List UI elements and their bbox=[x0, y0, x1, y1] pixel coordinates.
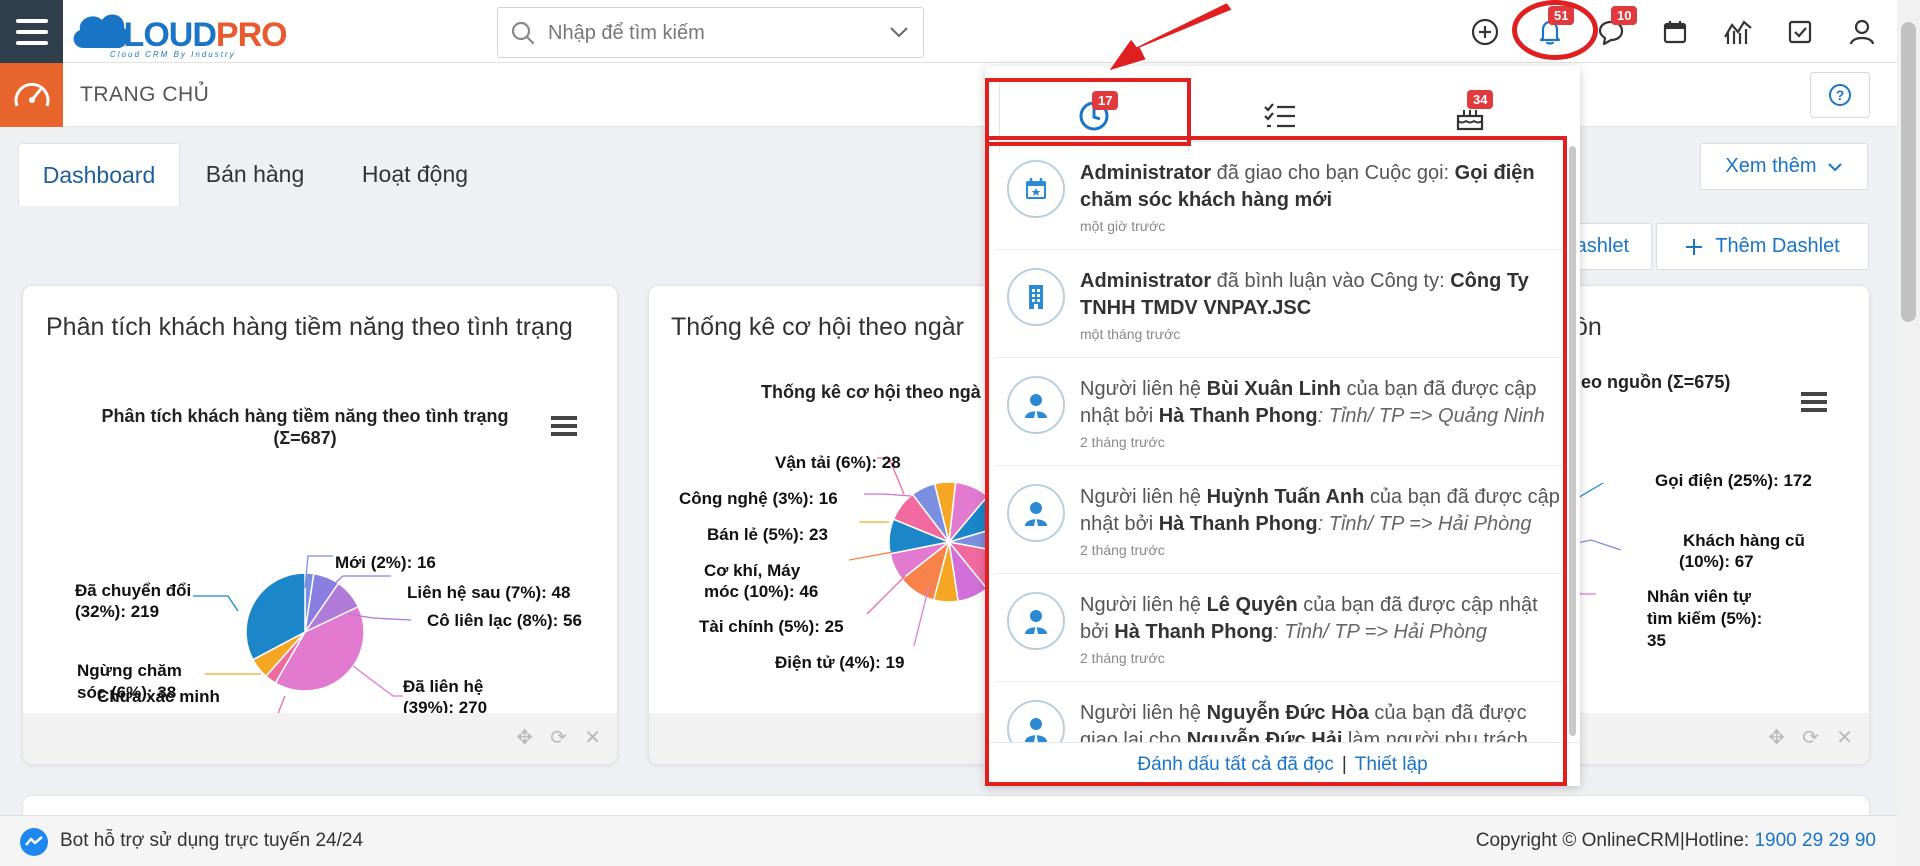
svg-text:?: ? bbox=[1836, 87, 1845, 103]
slice-label: Cơ khí, Máy bbox=[704, 561, 801, 580]
chart-menu-icon[interactable] bbox=[551, 416, 577, 436]
slice-label-cut: Chưa xác minh bbox=[97, 687, 220, 706]
dashlet-footer bbox=[649, 713, 1007, 764]
add-dashlet-label: Thêm Dashlet bbox=[1715, 235, 1840, 257]
slice-label: Tài chính (5%): 25 bbox=[699, 617, 844, 636]
search-icon bbox=[511, 21, 535, 45]
chart-title: eo nguồn (Σ=675) bbox=[1581, 372, 1730, 392]
slice-label: Đã liên hệ bbox=[403, 677, 483, 696]
menu-toggle-button[interactable] bbox=[0, 0, 63, 63]
logo-text-pro: PRO bbox=[215, 16, 288, 54]
refresh-icon[interactable]: ⟳ bbox=[1802, 725, 1819, 750]
dashlet-footer: ✥ ⟳ ✕ bbox=[23, 713, 617, 764]
slice-label: Mới (2%): 16 bbox=[335, 553, 436, 572]
help-icon: ? bbox=[1829, 84, 1851, 106]
slice-label: Đã chuyển đổi bbox=[75, 581, 191, 600]
add-icon[interactable] bbox=[1465, 12, 1505, 52]
scrollbar-thumb[interactable] bbox=[1901, 22, 1916, 322]
scrollbar-thumb[interactable] bbox=[1569, 146, 1576, 736]
dashlet-opportunity-industry: Thống kê cơ hội theo ngàr Thống kê cơ hộ… bbox=[648, 285, 1008, 765]
slice-label: 35 bbox=[1647, 631, 1666, 650]
slice-label: (32%): 219 bbox=[75, 602, 159, 621]
sub-header: TRANG CHỦ ? bbox=[0, 63, 1920, 127]
message-count-badge: 10 bbox=[1611, 6, 1638, 25]
annotation-highlight-circle bbox=[1512, 0, 1598, 60]
move-icon[interactable]: ✥ bbox=[516, 725, 533, 750]
hotline-link[interactable]: 1900 29 29 90 bbox=[1754, 830, 1876, 851]
chevron-down-icon[interactable] bbox=[889, 25, 909, 39]
annotation-list-highlight bbox=[985, 136, 1567, 786]
logo-text-cloud: CLOUD bbox=[100, 16, 217, 54]
page-title: TRANG CHỦ bbox=[80, 83, 210, 106]
slice-label: Điện tử (4%): 19 bbox=[775, 653, 904, 672]
tab-sales[interactable]: Bán hàng bbox=[190, 143, 320, 206]
help-button[interactable]: ? bbox=[1810, 72, 1870, 118]
hamburger-line bbox=[15, 40, 48, 45]
hamburger-line bbox=[15, 29, 48, 34]
pie-slices bbox=[245, 572, 365, 692]
slice-label: Công nghệ (3%): 16 bbox=[679, 489, 838, 508]
slice-label: tìm kiếm (5%): bbox=[1647, 609, 1762, 628]
slice-label: Gọi điện (25%): 172 bbox=[1655, 471, 1812, 490]
user-icon[interactable] bbox=[1842, 12, 1882, 52]
logo-tagline: Cloud CRM By Industry bbox=[110, 50, 236, 59]
report-icon[interactable] bbox=[1718, 12, 1758, 52]
move-icon[interactable]: ✥ bbox=[1768, 725, 1785, 750]
slice-label: Cô liên lạc (8%): 56 bbox=[427, 611, 582, 630]
status-bar: Bot hỗ trợ sử dụng trực tuyến 24/24 Copy… bbox=[0, 815, 1920, 866]
dashlet-title: Phân tích khách hàng tiềm năng theo tình… bbox=[46, 313, 573, 341]
chart-menu-icon[interactable] bbox=[1801, 392, 1827, 412]
copyright-text: Copyright © OnlineCRM|Hotline: 1900 29 2… bbox=[1476, 830, 1876, 852]
notification-scrollbar[interactable] bbox=[1568, 146, 1577, 746]
dashlet-settings-label: ashlet bbox=[1575, 235, 1629, 257]
page-scrollbar[interactable] bbox=[1897, 0, 1920, 866]
slice-label: Bán lẻ (5%): 23 bbox=[707, 525, 828, 544]
tab-activities[interactable]: Hoạt động bbox=[340, 143, 490, 206]
slice-label: Ngừng chăm bbox=[77, 661, 182, 680]
slice-label: Vận tải (6%): 28 bbox=[775, 453, 901, 472]
lead-status-pie-chart: Phân tích khách hàng tiềm năng theo tình… bbox=[75, 406, 582, 716]
search-input[interactable] bbox=[548, 18, 868, 48]
plus-icon bbox=[1686, 238, 1703, 255]
task-icon[interactable] bbox=[1780, 12, 1820, 52]
global-search[interactable] bbox=[497, 7, 924, 58]
support-bot-text[interactable]: Bot hỗ trợ sử dụng trực tuyến 24/24 bbox=[60, 830, 363, 852]
annotation-arrow-icon bbox=[1105, 0, 1235, 74]
chart-title: Phân tích khách hàng tiềm năng theo tình… bbox=[101, 406, 508, 426]
slice-label: Khách hàng cũ bbox=[1683, 531, 1805, 550]
checklist-icon bbox=[1264, 102, 1295, 127]
dashlet-lead-status: Phân tích khách hàng tiềm năng theo tình… bbox=[22, 285, 618, 765]
slice-label: móc (10%): 46 bbox=[704, 582, 818, 601]
slice-label: Liên hệ sau (7%): 48 bbox=[407, 583, 570, 602]
copyright-label: Copyright © OnlineCRM bbox=[1475, 830, 1680, 851]
cloudpro-logo[interactable]: CLOUDPRO Cloud CRM By Industry bbox=[70, 6, 300, 59]
messenger-icon[interactable] bbox=[18, 826, 50, 858]
hotline-label: Hotline: bbox=[1684, 830, 1755, 851]
chart-title-total: (Σ=687) bbox=[273, 428, 336, 448]
refresh-icon[interactable]: ⟳ bbox=[550, 725, 567, 750]
top-bar: CLOUDPRO Cloud CRM By Industry 51 10 bbox=[0, 0, 1920, 63]
dashboard-speedometer-icon[interactable] bbox=[0, 63, 63, 127]
close-icon[interactable]: ✕ bbox=[1836, 725, 1853, 750]
slice-label: Nhân viên tự bbox=[1647, 587, 1752, 606]
calendar-icon[interactable] bbox=[1655, 12, 1695, 52]
opportunity-industry-pie-chart: Thống kê cơ hội theo ngà Vận tải (6%): 2… bbox=[679, 382, 1007, 672]
slice-label: (10%): 67 bbox=[1679, 552, 1754, 571]
more-button-label: Xem thêm bbox=[1725, 155, 1817, 177]
tab-dashboard[interactable]: Dashboard bbox=[18, 143, 180, 206]
chart-title: Thống kê cơ hội theo ngà bbox=[761, 382, 982, 402]
hamburger-line bbox=[15, 18, 48, 23]
more-button[interactable]: Xem thêm bbox=[1700, 143, 1868, 190]
birthday-tab-badge: 34 bbox=[1467, 90, 1494, 109]
add-dashlet-button[interactable]: Thêm Dashlet bbox=[1656, 223, 1869, 270]
chevron-down-icon bbox=[1827, 162, 1842, 171]
dashlet-title: Thống kê cơ hội theo ngàr bbox=[671, 313, 964, 341]
close-icon[interactable]: ✕ bbox=[584, 725, 601, 750]
